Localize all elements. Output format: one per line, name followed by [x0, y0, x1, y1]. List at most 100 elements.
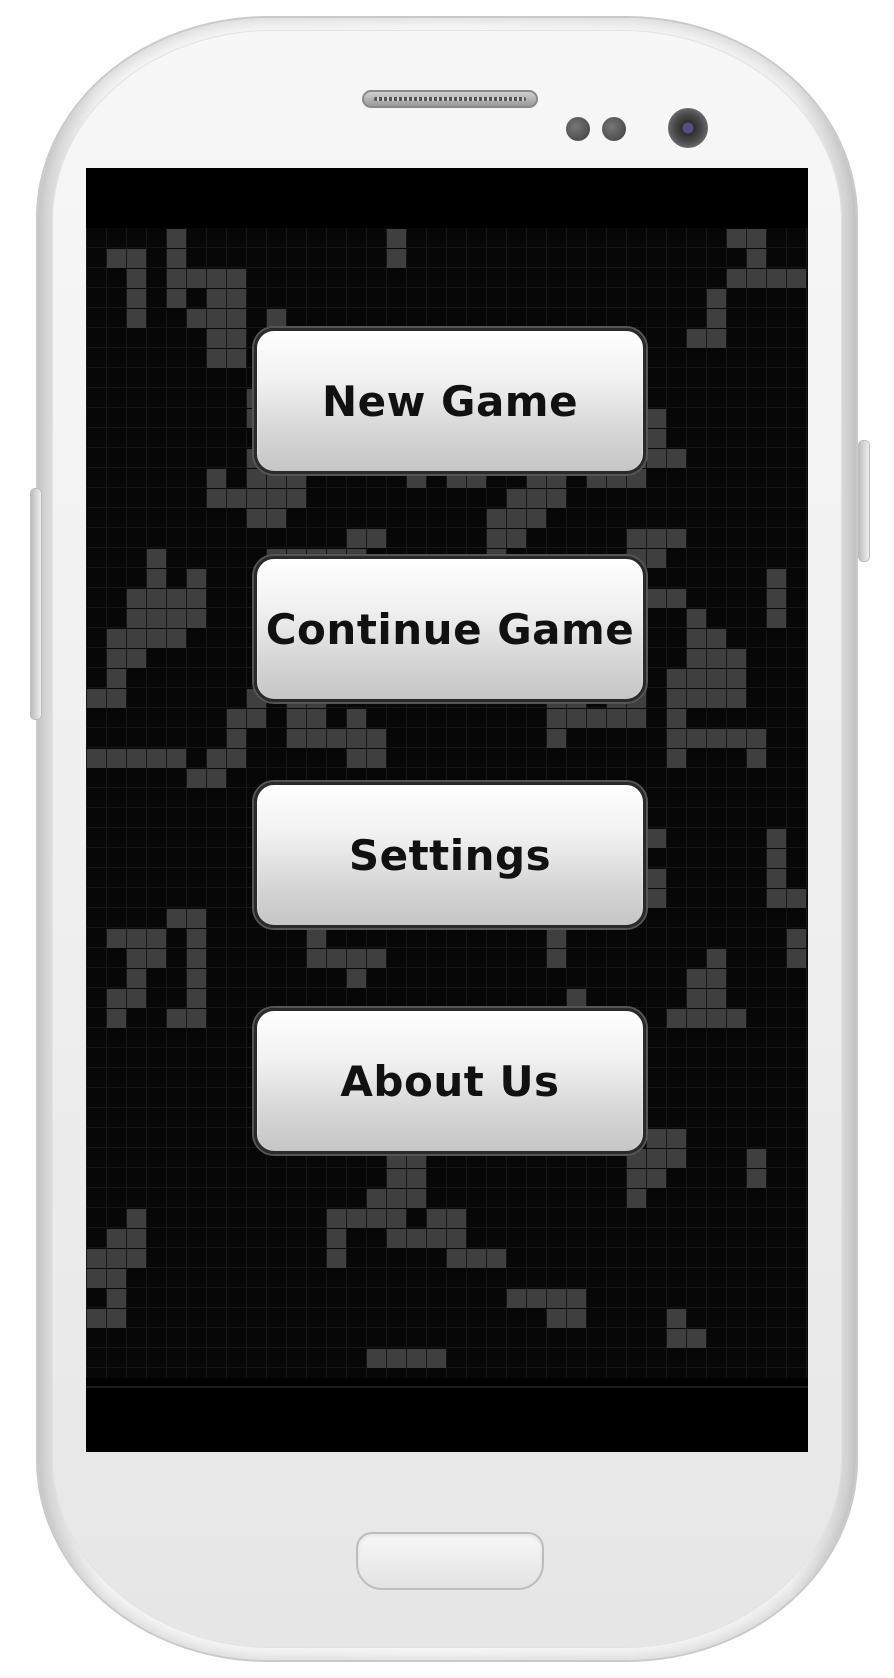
live-cell	[247, 489, 266, 508]
live-cell	[367, 1349, 386, 1368]
live-cell	[107, 649, 126, 668]
live-cell	[207, 489, 226, 508]
live-cell	[387, 1349, 406, 1368]
live-cell	[107, 249, 126, 268]
live-cell	[567, 1309, 586, 1328]
live-cell	[667, 1149, 686, 1168]
live-cell	[667, 729, 686, 748]
live-cell	[167, 749, 186, 768]
live-cell	[747, 1169, 766, 1188]
live-cell	[647, 1129, 666, 1148]
live-cell	[767, 269, 786, 288]
live-cell	[187, 769, 206, 788]
live-cell	[387, 1209, 406, 1228]
live-cell	[147, 549, 166, 568]
settings-label: Settings	[348, 830, 552, 880]
live-cell	[207, 309, 226, 328]
live-cell	[107, 669, 126, 688]
live-cell	[167, 1009, 186, 1028]
live-cell	[107, 689, 126, 708]
live-cell	[287, 709, 306, 728]
live-cell	[147, 569, 166, 588]
new-game-button[interactable]: New Game	[254, 328, 646, 474]
live-cell	[347, 749, 366, 768]
live-cell	[167, 589, 186, 608]
live-cell	[107, 629, 126, 648]
live-cell	[667, 689, 686, 708]
live-cell	[267, 309, 286, 328]
live-cell	[687, 729, 706, 748]
live-cell	[207, 289, 226, 308]
live-cell	[667, 529, 686, 548]
live-cell	[347, 529, 366, 548]
device-screen: New Game Continue Game Settings About Us	[86, 168, 808, 1452]
live-cell	[227, 269, 246, 288]
live-cell	[247, 469, 266, 488]
live-cell	[687, 649, 706, 668]
continue-game-button[interactable]: Continue Game	[254, 556, 646, 702]
live-cell	[647, 429, 666, 448]
live-cell	[627, 529, 646, 548]
live-cell	[647, 529, 666, 548]
live-cell	[727, 1009, 746, 1028]
about-us-button[interactable]: About Us	[254, 1008, 646, 1154]
live-cell	[647, 449, 666, 468]
continue-game-label: Continue Game	[265, 604, 635, 654]
live-cell	[487, 1249, 506, 1268]
live-cell	[127, 1229, 146, 1248]
live-cell	[387, 1169, 406, 1188]
live-cell	[227, 489, 246, 508]
live-cell	[747, 749, 766, 768]
live-cell	[267, 509, 286, 528]
power-button[interactable]	[858, 440, 870, 562]
settings-button[interactable]: Settings	[254, 782, 646, 928]
live-cell	[187, 609, 206, 628]
live-cell	[327, 949, 346, 968]
live-cell	[407, 1169, 426, 1188]
live-cell	[547, 1289, 566, 1308]
live-cell	[307, 729, 326, 748]
live-cell	[707, 329, 726, 348]
live-cell	[327, 1249, 346, 1268]
live-cell	[87, 689, 106, 708]
live-cell	[227, 749, 246, 768]
volume-button[interactable]	[30, 488, 42, 720]
live-cell	[707, 949, 726, 968]
live-cell	[687, 1329, 706, 1348]
live-cell	[107, 989, 126, 1008]
live-cell	[327, 729, 346, 748]
front-camera	[668, 108, 708, 148]
live-cell	[307, 929, 326, 948]
live-cell	[107, 1009, 126, 1028]
live-cell	[167, 289, 186, 308]
live-cell	[527, 1289, 546, 1308]
live-cell	[567, 709, 586, 728]
live-cell	[147, 589, 166, 608]
live-cell	[87, 1249, 106, 1268]
live-cell	[247, 509, 266, 528]
live-cell	[647, 549, 666, 568]
live-cell	[767, 869, 786, 888]
live-cell	[707, 629, 726, 648]
live-cell	[147, 609, 166, 628]
live-cell	[667, 449, 686, 468]
live-cell	[327, 1229, 346, 1248]
home-button[interactable]	[356, 1532, 544, 1590]
live-cell	[747, 1149, 766, 1168]
live-cell	[167, 629, 186, 648]
live-cell	[427, 1209, 446, 1228]
live-cell	[707, 669, 726, 688]
live-cell	[107, 1229, 126, 1248]
live-cell	[167, 909, 186, 928]
live-cell	[227, 309, 246, 328]
live-cell	[507, 509, 526, 528]
live-cell	[367, 749, 386, 768]
live-cell	[307, 949, 326, 968]
live-cell	[207, 349, 226, 368]
live-cell	[127, 249, 146, 268]
live-cell	[727, 269, 746, 288]
live-cell	[787, 949, 806, 968]
live-cell	[187, 989, 206, 1008]
live-cell	[367, 949, 386, 968]
live-cell	[187, 569, 206, 588]
